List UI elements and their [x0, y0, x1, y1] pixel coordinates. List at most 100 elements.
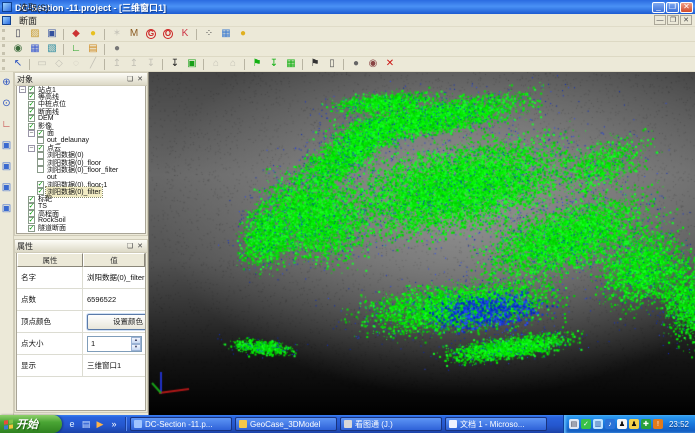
sphere-gray-icon[interactable]: ● — [109, 43, 125, 56]
tree-checkbox[interactable]: ✓ — [28, 101, 35, 108]
task-dc-section[interactable]: DC-Section -11.p... — [130, 417, 232, 431]
media-player-icon[interactable]: ▶ — [94, 418, 106, 430]
menu-item-4[interactable]: 断面 — [13, 14, 55, 27]
measure-icon[interactable]: M — [126, 28, 142, 41]
window-icon[interactable]: ▣ — [0, 202, 13, 215]
geo-icon[interactable]: G — [143, 28, 159, 41]
color-grid-icon[interactable]: ▦ — [218, 28, 234, 41]
spinner-up-icon[interactable]: ▲ — [131, 337, 141, 344]
annotate-icon[interactable]: ● — [85, 28, 101, 41]
mdi-minimize-button[interactable]: — — [654, 15, 666, 25]
network-icon[interactable]: ▥ — [593, 419, 603, 429]
expand-collapse-icon[interactable]: – — [28, 130, 35, 137]
tree-checkbox[interactable] — [37, 166, 44, 173]
axis-icon[interactable]: ∟ — [68, 43, 84, 56]
menu-item-3[interactable]: 选取(S) — [13, 1, 55, 14]
grid-icon[interactable]: ▦ — [27, 43, 43, 56]
tree-item-6[interactable]: –✓面 — [17, 130, 145, 137]
flag-green-icon[interactable]: ⚑ — [249, 58, 265, 71]
tree-checkbox[interactable] — [37, 152, 44, 159]
axis-mode-icon[interactable]: ∟ — [0, 118, 13, 131]
select-cursor-icon[interactable]: ↖ — [10, 58, 26, 71]
zoom-icon[interactable]: ⊙ — [0, 97, 13, 110]
sphere-icon[interactable]: ● — [348, 58, 364, 71]
spinner-down-icon[interactable]: ▼ — [131, 344, 141, 351]
properties-close-icon[interactable]: ✕ — [135, 241, 145, 251]
tree-checkbox[interactable]: ✓ — [28, 108, 35, 115]
points-grid-icon[interactable]: ⁘ — [201, 28, 217, 41]
pushpin-green-icon[interactable]: ↧ — [266, 58, 282, 71]
minimize-button[interactable]: _ — [652, 2, 665, 13]
tree-checkbox[interactable]: ✓ — [28, 196, 35, 203]
qq-penguin2-icon[interactable]: ♟ — [629, 419, 639, 429]
expand-collapse-icon[interactable]: – — [19, 86, 26, 93]
tree-checkbox[interactable]: ✓ — [28, 93, 35, 100]
objects-pin-icon[interactable]: ❏ — [125, 74, 135, 84]
shield-orange-icon[interactable]: ! — [653, 419, 663, 429]
tree-item-7[interactable]: out_delaunay — [17, 137, 145, 144]
task-word-document[interactable]: 文档 1 - Microso... — [445, 417, 547, 431]
window-tile-icon[interactable]: ▣ — [0, 181, 13, 194]
restore-button[interactable]: ❐ — [666, 2, 679, 13]
keyboard-icon[interactable]: ▤ — [569, 419, 579, 429]
pin-icon[interactable]: ↧ — [167, 58, 183, 71]
tree-checkbox[interactable]: ✓ — [28, 123, 35, 130]
image-icon[interactable]: ▧ — [44, 43, 60, 56]
tree-checkbox[interactable]: ✓ — [28, 210, 35, 217]
green-box-icon[interactable]: ▣ — [184, 58, 200, 71]
tree-checkbox[interactable]: ✓ — [28, 86, 35, 93]
tree-item-19[interactable]: ✓隧道断面 — [17, 225, 145, 232]
properties-pin-icon[interactable]: ❏ — [125, 241, 135, 251]
quick-launch-chevron-icon[interactable]: » — [108, 418, 120, 430]
window-cascade-icon[interactable]: ▣ — [0, 160, 13, 173]
tree-checkbox[interactable]: ✓ — [28, 217, 35, 224]
save-icon[interactable]: ▣ — [44, 28, 60, 41]
expand-collapse-icon[interactable]: – — [28, 145, 35, 152]
new-file-icon[interactable]: ▯ — [10, 28, 26, 41]
sphere-delete-icon[interactable]: ◉ — [365, 58, 381, 71]
tree-checkbox[interactable]: ✓ — [37, 130, 44, 137]
mdi-restore-button[interactable]: ❐ — [667, 15, 679, 25]
globe-icon[interactable]: ◉ — [10, 43, 26, 56]
ruler-icon[interactable]: ▤ — [85, 43, 101, 56]
open-folder-icon[interactable]: ▨ — [27, 28, 43, 41]
objects-close-icon[interactable]: ✕ — [135, 74, 145, 84]
qq-penguin-icon[interactable]: ♟ — [617, 419, 627, 429]
sphere-yellow-icon[interactable]: ● — [235, 28, 251, 41]
tree-checkbox[interactable]: ✓ — [28, 203, 35, 210]
set-color-button[interactable]: 设置颜色 — [87, 314, 146, 330]
green-agent-icon[interactable]: ✓ — [581, 419, 591, 429]
zoom-in-icon[interactable]: ⊕ — [0, 76, 13, 89]
show-desktop-icon[interactable]: ▤ — [80, 418, 92, 430]
delete-icon[interactable]: ▯ — [324, 58, 340, 71]
close-button[interactable]: ✕ — [680, 2, 693, 13]
orbit-icon[interactable]: O — [160, 28, 176, 41]
point-size-input[interactable]: 1▲▼ — [87, 336, 142, 352]
mdi-close-button[interactable]: ✕ — [680, 15, 692, 25]
import-icon[interactable]: ◆ — [68, 28, 84, 41]
tree-item-11[interactable]: 浏阳数据(0)_floor_filter — [17, 166, 145, 173]
tree-checkbox[interactable]: ✓ — [37, 145, 44, 152]
property-value: 浏阳数据(0)_filter — [83, 267, 145, 288]
tree-checkbox[interactable]: ✓ — [37, 181, 44, 188]
grid-green-icon[interactable]: ▦ — [283, 58, 299, 71]
shield-green-icon[interactable]: ✚ — [641, 419, 651, 429]
tree-checkbox[interactable]: ✓ — [28, 115, 35, 122]
tree-item-3[interactable]: ✓断面线 — [17, 108, 145, 115]
tree-checkbox[interactable] — [37, 137, 44, 144]
tree-item-17[interactable]: ✓高程面 — [17, 210, 145, 217]
task-image-viewer[interactable]: 看图通 (J.) — [340, 417, 442, 431]
start-button[interactable]: 开始 — [0, 415, 62, 433]
signature-icon[interactable]: K — [177, 28, 193, 41]
volume-icon[interactable]: ♪ — [605, 419, 615, 429]
tree-item-5[interactable]: ✓影像 — [17, 122, 145, 129]
flag-dark-icon[interactable]: ⚑ — [307, 58, 323, 71]
point-cloud-canvas[interactable] — [149, 72, 695, 415]
viewport-3d[interactable] — [148, 72, 695, 415]
task-geocase-folder[interactable]: GeoCase_3DModel — [235, 417, 337, 431]
tree-checkbox[interactable] — [37, 159, 44, 166]
window-new-icon[interactable]: ▣ — [0, 139, 13, 152]
ie-icon[interactable]: e — [66, 418, 78, 430]
close-red-icon[interactable]: ✕ — [382, 58, 398, 71]
tree-checkbox[interactable]: ✓ — [28, 225, 35, 232]
